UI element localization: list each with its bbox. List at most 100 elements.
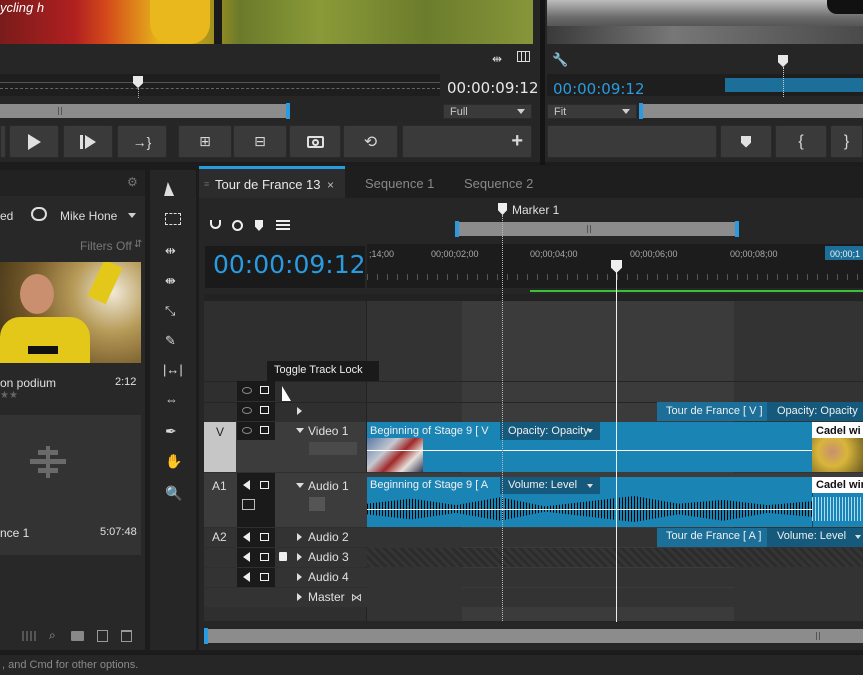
ruler-tick-label: 00;00;1 [830, 249, 861, 259]
expand-icon[interactable] [297, 593, 302, 601]
speaker-icon[interactable] [243, 532, 250, 542]
timeline-horizontal-scroll[interactable] [206, 629, 863, 643]
add-marker-button[interactable] [720, 125, 772, 158]
source-zoom-scroll[interactable] [0, 104, 288, 118]
eye-icon[interactable] [242, 407, 252, 414]
speaker-icon[interactable] [243, 552, 250, 562]
razor-tool-icon[interactable]: ✎ [165, 333, 176, 349]
rating-stars[interactable]: ★★ [0, 390, 18, 401]
clip-tdf-a-fx[interactable]: Volume: Level [777, 530, 846, 542]
output-settings-icon[interactable]: ⇹ [492, 52, 502, 66]
close-icon[interactable]: × [327, 178, 334, 192]
track-master[interactable]: Master [308, 590, 345, 604]
snap-icon[interactable] [210, 220, 221, 229]
step-forward-button[interactable] [63, 125, 113, 158]
selection-tool-icon[interactable] [164, 182, 178, 196]
wrench-icon[interactable]: 🔧 [552, 52, 568, 68]
speaker-icon[interactable] [243, 572, 250, 582]
sync-lock-icon[interactable] [260, 481, 269, 489]
zoom-tool-icon[interactable]: 🔍 [165, 485, 182, 502]
new-item-icon[interactable] [97, 630, 108, 642]
add-button[interactable]: + [402, 125, 532, 158]
collapse-icon[interactable] [296, 483, 304, 488]
tab-sequence-2[interactable]: Sequence 2 [464, 176, 533, 191]
track-audio-3[interactable]: Audio 3 [308, 550, 349, 564]
step-back-button[interactable] [0, 125, 6, 158]
filters-label[interactable]: Filters Off [80, 239, 132, 253]
track-audio-2[interactable]: Audio 2 [308, 530, 349, 544]
slide-tool-icon[interactable]: ⇔ [165, 392, 178, 407]
ripple-edit-tool-icon[interactable]: ⇹ [165, 243, 176, 259]
eye-icon[interactable] [242, 427, 252, 434]
search-icon[interactable]: ⌕ [49, 628, 56, 643]
timeline-timecode[interactable]: 00:00:09:12 [213, 250, 366, 279]
expand-icon[interactable] [297, 407, 302, 415]
program-playhead[interactable] [778, 55, 788, 67]
slip-tool-icon[interactable]: |↔| [163, 362, 183, 377]
lock-icon[interactable] [279, 552, 287, 561]
program-zoom-scroll[interactable] [639, 104, 863, 118]
rolling-edit-tool-icon[interactable]: ⇼ [165, 273, 176, 289]
linked-selection-icon[interactable] [232, 220, 243, 231]
play-button[interactable] [9, 125, 59, 158]
tab-label: Tour de France 13 [215, 177, 321, 192]
expand-icon[interactable] [297, 533, 302, 541]
audio-keyframe-box[interactable] [309, 497, 325, 511]
export-frame-button[interactable] [289, 125, 341, 158]
source-timecode[interactable]: 00:00:09:12 [447, 79, 539, 97]
clip-tdf-v-fx[interactable]: Opacity: Opacity [777, 405, 858, 417]
chevron-down-icon[interactable] [587, 429, 593, 433]
expand-icon[interactable] [297, 553, 302, 561]
add-marker-icon[interactable] [255, 220, 263, 231]
track-audio-4[interactable]: Audio 4 [308, 570, 349, 584]
tab-sequence-1[interactable]: Sequence 1 [365, 176, 434, 191]
clip-stage9-v-fx[interactable]: Opacity: Opacity [508, 425, 589, 437]
program-zoom-select[interactable]: Fit [547, 104, 637, 119]
sync-lock-icon[interactable] [260, 553, 269, 561]
source-scrubber[interactable] [0, 74, 440, 96]
sync-lock-icon[interactable] [260, 533, 269, 541]
timeline-settings-icon[interactable] [276, 220, 290, 231]
sync-lock-icon[interactable] [260, 406, 269, 414]
program-timecode[interactable]: 00:00:09:12 [553, 80, 645, 98]
source-zoom-select[interactable]: Full [443, 104, 532, 119]
overwrite-button[interactable]: ⊟ [233, 125, 287, 158]
sync-lock-icon[interactable] [260, 573, 269, 581]
eye-icon[interactable] [242, 387, 252, 394]
keyframe-nav[interactable] [309, 442, 357, 455]
mark-in-button[interactable]: { [775, 125, 827, 158]
loop-button[interactable]: ⟲ [343, 125, 398, 158]
safe-margins-icon[interactable] [517, 51, 530, 62]
rate-stretch-tool-icon[interactable]: ⤡ [165, 303, 175, 319]
marker-1[interactable] [498, 203, 507, 215]
expand-icon[interactable] [297, 573, 302, 581]
track-video-1[interactable]: Video 1 [308, 424, 348, 438]
go-to-out-button[interactable]: →} [117, 125, 167, 158]
timeline-zoom-scroll[interactable] [457, 222, 739, 236]
folder-icon[interactable] [71, 631, 84, 641]
creative-cloud-icon [31, 207, 47, 221]
sync-lock-icon[interactable] [260, 426, 269, 434]
audio-meter-icon[interactable] [242, 499, 255, 510]
sync-lock-icon[interactable] [260, 386, 269, 394]
pen-tool-icon[interactable]: ✒ [165, 423, 177, 440]
clip-stage9-a-fx[interactable]: Volume: Level [508, 479, 577, 491]
clip-thumbnail-podium[interactable] [0, 262, 141, 363]
user-name[interactable]: Mike Hone [60, 209, 117, 223]
mark-out-button[interactable]: } [830, 125, 863, 158]
collapse-icon[interactable] [296, 428, 304, 433]
speaker-icon[interactable] [243, 480, 250, 490]
tab-tour-de-france-13[interactable]: ≡ Tour de France 13 × [199, 166, 345, 198]
track-audio-1[interactable]: Audio 1 [308, 479, 349, 493]
ruler-tick-label: 00;00;02;00 [431, 249, 479, 259]
insert-button[interactable]: ⊞ [178, 125, 232, 158]
program-blank-button[interactable] [547, 125, 717, 158]
track-select-tool-icon[interactable] [165, 213, 181, 225]
user-dropdown-icon[interactable] [128, 213, 136, 218]
chevron-down-icon[interactable] [855, 535, 861, 539]
chevron-down-icon[interactable] [587, 484, 593, 488]
hand-tool-icon[interactable]: ✋ [165, 453, 182, 470]
panel-menu-icon[interactable]: ⚙ [127, 175, 138, 189]
trash-icon[interactable] [121, 630, 132, 642]
list-view-icon[interactable] [22, 631, 38, 641]
